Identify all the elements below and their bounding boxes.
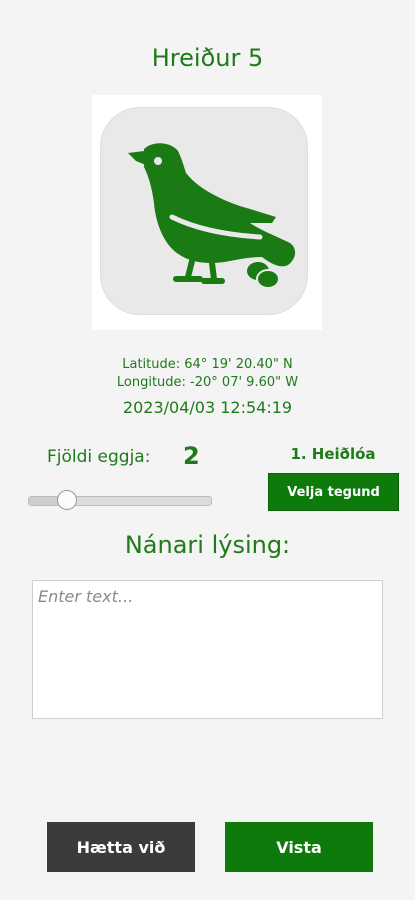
save-button[interactable]: Vista bbox=[225, 822, 373, 872]
cancel-button[interactable]: Hætta við bbox=[47, 822, 195, 872]
latitude-text: Latitude: 64° 19' 20.40" N bbox=[122, 357, 293, 372]
longitude-text: Longitude: -20° 07' 9.60" W bbox=[116, 375, 299, 390]
egg-count-label: Fjöldi eggja: bbox=[47, 447, 151, 467]
nest-photo bbox=[92, 95, 322, 330]
timestamp-text: 2023/04/03 12:54:19 bbox=[122, 398, 293, 417]
egg-count-slider[interactable] bbox=[28, 489, 212, 513]
slider-track[interactable] bbox=[28, 496, 212, 506]
bird-icon bbox=[128, 143, 296, 289]
slider-thumb[interactable] bbox=[57, 490, 77, 510]
selected-species: 1. Heiðlóa bbox=[290, 445, 376, 463]
egg-count-value: 2 bbox=[183, 442, 200, 470]
bird-app-image bbox=[100, 107, 308, 315]
choose-species-button[interactable]: Velja tegund bbox=[268, 473, 399, 511]
description-title: Nánari lýsing: bbox=[124, 531, 291, 559]
page-title: Hreiður 5 bbox=[151, 44, 264, 72]
description-input[interactable] bbox=[32, 580, 383, 719]
